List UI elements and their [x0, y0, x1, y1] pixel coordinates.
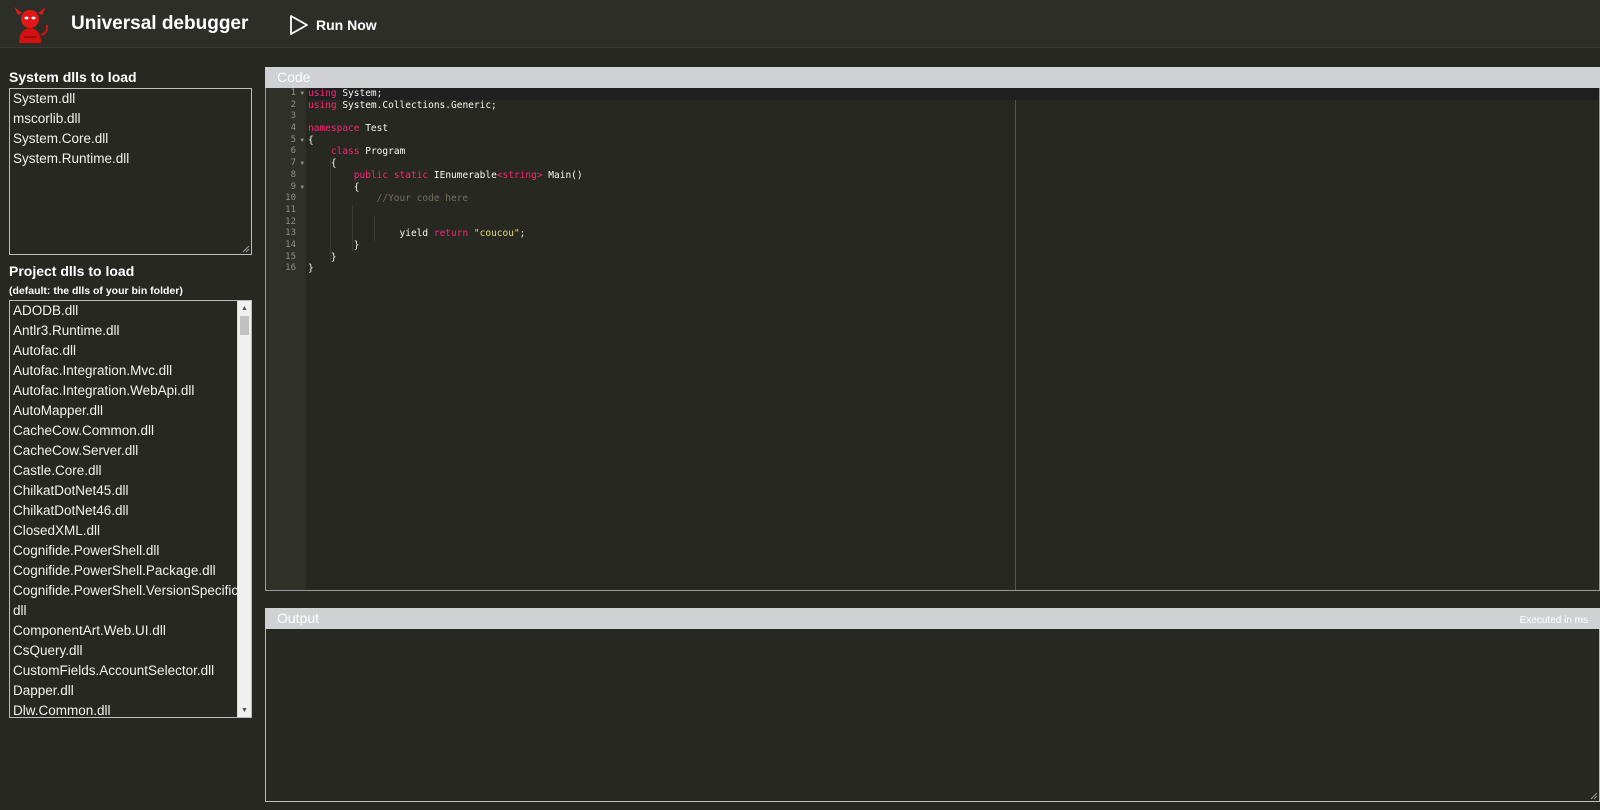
fold-arrow-icon[interactable]: ▼: [300, 88, 304, 100]
list-item[interactable]: ADODB.dll: [10, 301, 237, 321]
code-line: public static IEnumerable<string> Main(): [353, 169, 583, 181]
list-item[interactable]: Dlw.Common.dll: [10, 701, 237, 717]
list-item[interactable]: Autofac.Integration.Mvc.dll: [10, 361, 237, 381]
list-item[interactable]: Cognifide.PowerShell.VersionSpecific.: [10, 581, 242, 601]
output-panel-header: Output Executed in ms: [265, 608, 1600, 629]
devil-logo-icon: [14, 7, 49, 43]
scrollbar-thumb[interactable]: [240, 316, 249, 335]
code-line: yield return "coucou";: [399, 228, 526, 240]
project-dlls-subtitle: (default: the dlls of your bin folder): [9, 285, 183, 297]
system-dlls-list[interactable]: System.dll mscorlib.dll System.Core.dll …: [9, 88, 252, 255]
output-area[interactable]: [265, 629, 1600, 802]
line-number: 8: [290, 169, 296, 180]
resize-grip-icon[interactable]: [1588, 790, 1598, 800]
code-line: using System.Collections.Generic;: [308, 99, 497, 111]
code-line: namespace Test: [308, 123, 389, 135]
list-item[interactable]: System.Core.dll: [10, 129, 251, 149]
list-item[interactable]: ClosedXML.dll: [10, 521, 237, 541]
resize-grip-icon[interactable]: [240, 243, 250, 253]
code-line: }: [353, 239, 360, 251]
line-number: 10: [285, 193, 296, 204]
code-panel-header: Code: [265, 67, 1600, 88]
line-number: 13: [285, 228, 296, 239]
line-number-gutter: 1 ▼ 2 3 4 5 ▼ 6 7 ▼ 8 9 ▼ 10 11 12 13 14 15 …: [266, 88, 306, 590]
list-item[interactable]: CacheCow.Common.dll: [10, 421, 237, 441]
fold-arrow-icon[interactable]: ▼: [300, 182, 304, 194]
code-content[interactable]: using System; using System.Collections.G…: [308, 88, 1599, 275]
line-number: 7 ▼: [290, 158, 304, 170]
play-icon: [290, 15, 308, 35]
app-header: Universal debugger Run Now: [0, 0, 1600, 48]
list-item[interactable]: CsQuery.dll: [10, 641, 237, 661]
list-item[interactable]: Autofac.Integration.WebApi.dll: [10, 381, 237, 401]
scroll-up-icon[interactable]: ▲: [238, 301, 251, 315]
code-line: using System;: [308, 88, 1599, 100]
code-line: {: [353, 181, 360, 193]
list-item[interactable]: ChilkatDotNet45.dll: [10, 481, 237, 501]
project-dlls-list[interactable]: ADODB.dll Antlr3.Runtime.dll Autofac.dll Au…: [9, 300, 252, 718]
line-number: 15: [285, 251, 296, 262]
list-item[interactable]: dll: [10, 601, 237, 621]
list-item[interactable]: Cognifide.PowerShell.Package.dll: [10, 561, 237, 581]
line-number: 2: [290, 99, 296, 110]
line-number: 9 ▼: [290, 181, 304, 194]
project-dlls-scrollbar[interactable]: ▲ ▼: [237, 301, 251, 717]
list-item[interactable]: Autofac.dll: [10, 341, 237, 361]
line-number: 14: [285, 239, 296, 250]
code-line: //Your code here: [376, 193, 469, 205]
line-number: 6: [290, 146, 296, 157]
line-number: 11: [285, 204, 296, 215]
list-item[interactable]: Antlr3.Runtime.dll: [10, 321, 237, 341]
scroll-down-icon[interactable]: ▼: [238, 703, 251, 717]
line-number: 16: [285, 263, 296, 274]
code-line: {: [308, 134, 314, 146]
list-item[interactable]: Dapper.dll: [10, 681, 237, 701]
run-now-label: Run Now: [316, 17, 377, 33]
line-number: 12: [285, 216, 296, 227]
execution-time: Executed in ms: [1519, 615, 1588, 626]
list-item[interactable]: mscorlib.dll: [10, 109, 251, 129]
list-item[interactable]: ChilkatDotNet46.dll: [10, 501, 237, 521]
line-number: 4: [290, 123, 296, 134]
line-number: 5 ▼: [290, 134, 304, 147]
line-number: 1 ▼: [290, 88, 304, 100]
code-line: }: [308, 263, 314, 275]
fold-arrow-icon[interactable]: ▼: [300, 158, 304, 170]
code-line: }: [330, 251, 337, 263]
code-line: {: [330, 158, 337, 170]
fold-arrow-icon[interactable]: ▼: [300, 135, 304, 147]
list-item[interactable]: System.Runtime.dll: [10, 149, 251, 169]
system-dlls-title: System dlls to load: [9, 69, 137, 85]
code-editor[interactable]: 1 ▼ 2 3 4 5 ▼ 6 7 ▼ 8 9 ▼ 10 11 12 13 14 15 …: [265, 88, 1600, 591]
output-panel-title: Output: [277, 610, 320, 626]
list-item[interactable]: ComponentArt.Web.UI.dll: [10, 621, 237, 641]
code-panel-title: Code: [277, 69, 311, 85]
line-number: 3: [290, 111, 296, 122]
list-item[interactable]: CacheCow.Server.dll: [10, 441, 237, 461]
list-item[interactable]: System.dll: [10, 89, 251, 109]
list-item[interactable]: CustomFields.AccountSelector.dll: [10, 661, 237, 681]
run-now-button[interactable]: Run Now: [288, 13, 377, 37]
list-item[interactable]: Castle.Core.dll: [10, 461, 237, 481]
list-item[interactable]: AutoMapper.dll: [10, 401, 237, 421]
project-dlls-title: Project dlls to load: [9, 263, 135, 279]
app-title: Universal debugger: [71, 13, 249, 34]
code-line: class Program: [330, 146, 406, 158]
list-item[interactable]: Cognifide.PowerShell.dll: [10, 541, 237, 561]
